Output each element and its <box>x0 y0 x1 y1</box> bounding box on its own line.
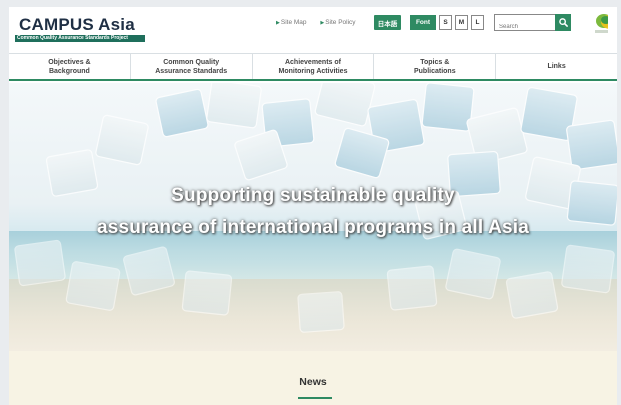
hero-banner: Supporting sustainable quality assurance… <box>9 83 617 351</box>
news-heading-underline <box>298 397 332 399</box>
logo-subtitle: Common Quality Assurance Standards Proje… <box>15 35 145 42</box>
main-navigation: Objectives & Background Common Quality Ass… <box>9 53 617 81</box>
nav-item-topics[interactable]: Topics & Publications <box>374 54 497 79</box>
sitemap-link-label: Site Map <box>280 19 307 26</box>
news-heading: News <box>299 376 327 388</box>
site-policy-link-label: Site Policy <box>325 19 356 26</box>
font-size-label: Font <box>410 15 436 30</box>
nav-item-label: Objectives & <box>48 58 91 66</box>
nav-item-label: Links <box>547 63 566 70</box>
nav-item-label: Monitoring Activities <box>278 67 348 75</box>
nav-item-monitoring[interactable]: Achievements of Monitoring Activities <box>253 54 375 79</box>
nav-item-links[interactable]: Links <box>496 54 617 79</box>
font-size-medium-button[interactable]: M <box>455 15 468 30</box>
search-button[interactable] <box>555 14 571 31</box>
search-icon <box>558 18 568 27</box>
search-box <box>494 14 571 35</box>
brand-mark-icon[interactable] <box>594 10 608 36</box>
font-size-large-button[interactable]: L <box>471 15 484 30</box>
site-logo[interactable]: CAMPUS Asia Common Quality Assurance Sta… <box>15 16 147 42</box>
news-section: News <box>9 351 617 405</box>
triangle-bullet-icon: ▶ <box>276 20 280 26</box>
triangle-bullet-icon: ▶ <box>320 20 325 26</box>
nav-item-label: Background <box>48 67 90 75</box>
hero-headline-line-1: Supporting sustainable quality <box>171 185 455 206</box>
nav-item-label: Assurance Standards <box>155 67 228 75</box>
nav-item-label: Publications <box>413 67 456 75</box>
nav-item-label: Topics & <box>420 58 450 66</box>
sitemap-link[interactable]: ▶Site Map <box>276 19 313 26</box>
nav-item-label: Achievements of <box>284 58 341 66</box>
hero-headline-line-2: assurance of international programs in a… <box>96 217 530 238</box>
logo-title: CAMPUS Asia <box>19 15 135 34</box>
utility-links: ▶Site Map ▶Site Policy <box>276 19 368 26</box>
nav-item-standards[interactable]: Common Quality Assurance Standards <box>131 54 253 79</box>
nav-item-objectives[interactable]: Objectives & Background <box>9 54 131 79</box>
search-input[interactable] <box>495 19 555 35</box>
japanese-language-button[interactable]: 日本語 <box>374 15 401 30</box>
site-policy-link[interactable]: ▶Site Policy <box>320 19 361 26</box>
nav-item-label: Common Quality <box>163 58 220 66</box>
font-size-small-button[interactable]: S <box>439 15 452 30</box>
